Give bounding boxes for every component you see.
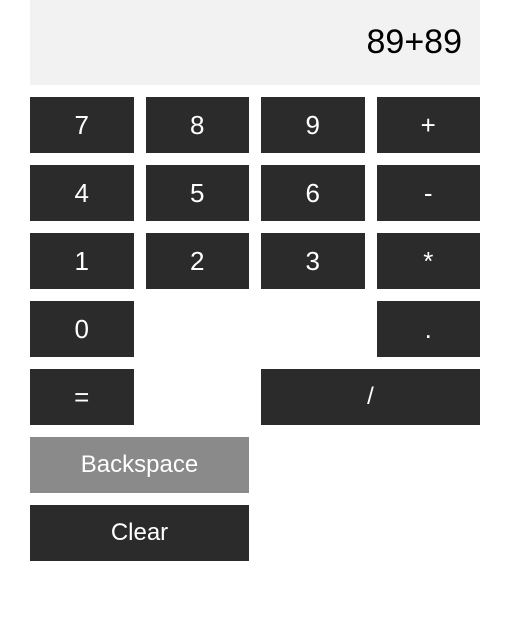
key-3[interactable]: 3 [261, 233, 365, 289]
empty-cell [261, 505, 365, 561]
empty-cell [261, 437, 365, 493]
key-clear[interactable]: Clear [30, 505, 249, 561]
empty-cell [377, 505, 481, 561]
key-minus[interactable]: - [377, 165, 481, 221]
empty-cell [377, 437, 481, 493]
empty-cell [261, 301, 365, 357]
key-6[interactable]: 6 [261, 165, 365, 221]
key-backspace[interactable]: Backspace [30, 437, 249, 493]
display-expression: 89+89 [367, 23, 463, 62]
key-0[interactable]: 0 [30, 301, 134, 357]
key-multiply[interactable]: * [377, 233, 481, 289]
display: 89+89 [30, 0, 480, 85]
empty-cell [146, 369, 250, 425]
key-5[interactable]: 5 [146, 165, 250, 221]
key-7[interactable]: 7 [30, 97, 134, 153]
key-equals[interactable]: = [30, 369, 134, 425]
key-4[interactable]: 4 [30, 165, 134, 221]
key-1[interactable]: 1 [30, 233, 134, 289]
calculator: 89+89 7 8 9 + 4 5 6 - 1 2 3 * 0 . = / Ba… [0, 0, 510, 561]
key-divide[interactable]: / [261, 369, 480, 425]
keypad: 7 8 9 + 4 5 6 - 1 2 3 * 0 . = / Backspac… [30, 97, 480, 561]
key-plus[interactable]: + [377, 97, 481, 153]
key-9[interactable]: 9 [261, 97, 365, 153]
empty-cell [146, 301, 250, 357]
key-decimal[interactable]: . [377, 301, 481, 357]
key-2[interactable]: 2 [146, 233, 250, 289]
key-8[interactable]: 8 [146, 97, 250, 153]
